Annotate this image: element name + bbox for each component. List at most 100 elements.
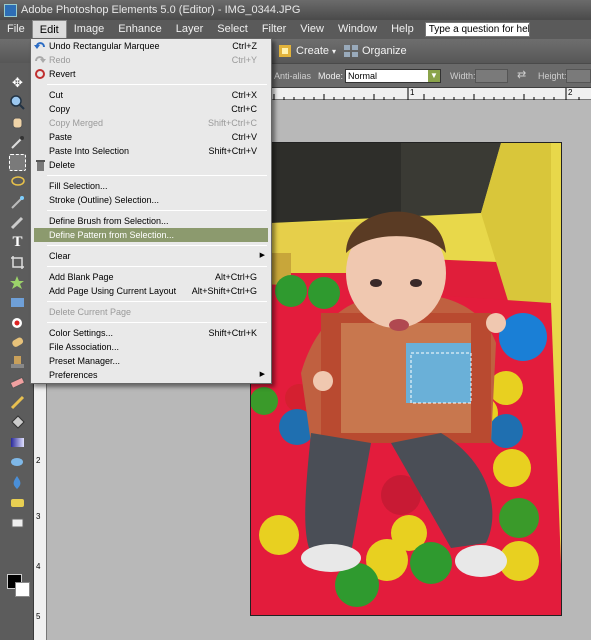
organize-button[interactable]: Organize [343, 42, 407, 60]
lasso-tool-icon[interactable] [9, 174, 26, 191]
menu-item-stroke-selection[interactable]: Stroke (Outline) Selection... [31, 193, 271, 207]
background-color-swatch[interactable] [15, 582, 30, 597]
menu-item-shortcut: Alt+Shift+Ctrl+G [191, 286, 257, 296]
menu-divider [47, 301, 267, 302]
menu-divider [47, 210, 267, 211]
menu-item-label: Color Settings... [49, 328, 114, 338]
shape-tool-icon[interactable] [9, 454, 26, 471]
zoom-tool-icon[interactable] [9, 94, 26, 111]
menu-item-label: Undo Rectangular Marquee [49, 41, 160, 51]
straighten-tool-icon[interactable] [9, 294, 26, 311]
menu-filter[interactable]: Filter [255, 20, 293, 39]
toolbox: ✥ T [0, 63, 34, 640]
menu-item-label: Define Brush from Selection... [49, 216, 169, 226]
menu-item-define-brush[interactable]: Define Brush from Selection... [31, 214, 271, 228]
menu-item-preset-manager[interactable]: Preset Manager... [31, 354, 271, 368]
menu-item-label: Preferences [49, 370, 98, 380]
eyedropper-tool-icon[interactable] [9, 134, 26, 151]
menu-item-cut[interactable]: Cut Ctrl+X [31, 88, 271, 102]
menu-bar: File Edit Image Enhance Layer Select Fil… [0, 20, 591, 39]
submenu-arrow-icon: ▶ [259, 252, 265, 259]
menu-item-preferences[interactable]: Preferences ▶ [31, 368, 271, 382]
photo-image[interactable] [250, 142, 562, 616]
width-field[interactable] [475, 69, 508, 83]
menu-item-undo[interactable]: Undo Rectangular Marquee Ctrl+Z [31, 39, 271, 53]
selection-brush-tool-icon[interactable] [9, 214, 26, 231]
menu-item-shortcut: Alt+Ctrl+G [214, 272, 257, 282]
menu-item-label: Delete [49, 160, 76, 170]
menu-window[interactable]: Window [331, 20, 384, 39]
ruler-label: 2 [36, 456, 41, 465]
menu-item-copy-merged[interactable]: Copy Merged Shift+Ctrl+C [31, 116, 271, 130]
menu-divider [47, 245, 267, 246]
menu-select[interactable]: Select [210, 20, 255, 39]
menu-item-shortcut: Shift+Ctrl+C [207, 118, 257, 128]
menu-item-fill-selection[interactable]: Fill Selection... [31, 179, 271, 193]
menu-layer[interactable]: Layer [169, 20, 211, 39]
menu-divider [47, 322, 267, 323]
sponge-tool-icon[interactable] [9, 494, 26, 511]
ruler-label: 5 [36, 612, 41, 621]
mode-select[interactable]: Normal ▼ [345, 69, 441, 83]
menu-item-file-association[interactable]: File Association... [31, 340, 271, 354]
red-eye-tool-icon[interactable] [9, 314, 26, 331]
menu-item-label: Preset Manager... [49, 356, 121, 366]
magic-wand-tool-icon[interactable] [9, 194, 26, 211]
menu-edit[interactable]: Edit [31, 20, 67, 39]
undo-icon [34, 42, 45, 49]
revert-icon [35, 69, 45, 79]
create-button[interactable]: Create ▾ [278, 42, 336, 60]
menu-image[interactable]: Image [67, 20, 112, 39]
menu-enhance[interactable]: Enhance [111, 20, 168, 39]
app-icon [4, 3, 17, 17]
menu-item-redo[interactable]: Redo Ctrl+Y [31, 53, 271, 67]
menu-file[interactable]: File [0, 20, 32, 39]
menu-item-color-settings[interactable]: Color Settings... Shift+Ctrl+K [31, 326, 271, 340]
cookie-cutter-tool-icon[interactable] [9, 274, 26, 291]
hand-tool-icon[interactable] [9, 114, 26, 131]
edit-menu-dropdown: Undo Rectangular Marquee Ctrl+Z Redo Ctr… [30, 38, 272, 384]
paint-bucket-tool-icon[interactable] [9, 414, 26, 431]
pencil-tool-icon[interactable] [9, 394, 26, 411]
organize-label: Organize [362, 45, 407, 57]
menu-item-label: Copy [49, 104, 71, 114]
marquee-tool-icon[interactable] [9, 154, 26, 171]
menu-item-label: Redo [49, 55, 71, 65]
antialias-checkbox[interactable]: Anti-alias [274, 71, 311, 81]
move-tool-icon[interactable]: ✥ [9, 74, 26, 91]
smudge-tool-icon[interactable] [9, 514, 26, 531]
menu-item-shortcut: Ctrl+X [231, 90, 257, 100]
swap-dimensions-icon[interactable]: ⇄ [517, 68, 526, 81]
eraser-tool-icon[interactable] [9, 374, 26, 391]
menu-item-delete-current-page[interactable]: Delete Current Page [31, 305, 271, 319]
menu-item-paste[interactable]: Paste Ctrl+V [31, 130, 271, 144]
menu-item-label: Clear [49, 251, 71, 261]
window-title: Adobe Photoshop Elements 5.0 (Editor) - … [21, 4, 301, 16]
menu-view[interactable]: View [293, 20, 331, 39]
submenu-arrow-icon: ▶ [259, 371, 265, 378]
menu-item-delete[interactable]: Delete [31, 158, 271, 172]
ruler-label: 1 [410, 88, 415, 97]
mode-label: Mode: [318, 71, 344, 81]
menu-item-label: File Association... [49, 342, 120, 352]
menu-item-clear[interactable]: Clear ▶ [31, 249, 271, 263]
menu-item-add-blank-page[interactable]: Add Blank Page Alt+Ctrl+G [31, 270, 271, 284]
menu-item-paste-into-selection[interactable]: Paste Into Selection Shift+Ctrl+V [31, 144, 271, 158]
menu-item-copy[interactable]: Copy Ctrl+C [31, 102, 271, 116]
clone-stamp-tool-icon[interactable] [9, 354, 26, 371]
menu-item-define-pattern[interactable]: Define Pattern from Selection... [34, 228, 268, 242]
gradient-tool-icon[interactable] [9, 434, 26, 451]
menu-item-label: Delete Current Page [49, 307, 132, 317]
menu-item-revert[interactable]: Revert [31, 67, 271, 81]
type-tool-icon[interactable]: T [9, 234, 26, 251]
height-field[interactable] [566, 69, 591, 83]
help-search-input[interactable]: Type a question for help [424, 22, 530, 37]
blur-tool-icon[interactable] [9, 474, 26, 491]
menu-help[interactable]: Help [384, 20, 421, 39]
healing-brush-tool-icon[interactable] [9, 334, 26, 351]
ruler-label: 4 [36, 562, 41, 571]
menu-item-add-page-layout[interactable]: Add Page Using Current Layout Alt+Shift+… [31, 284, 271, 298]
menu-divider [47, 175, 267, 176]
ruler-label: 3 [36, 512, 41, 521]
crop-tool-icon[interactable] [9, 254, 26, 271]
